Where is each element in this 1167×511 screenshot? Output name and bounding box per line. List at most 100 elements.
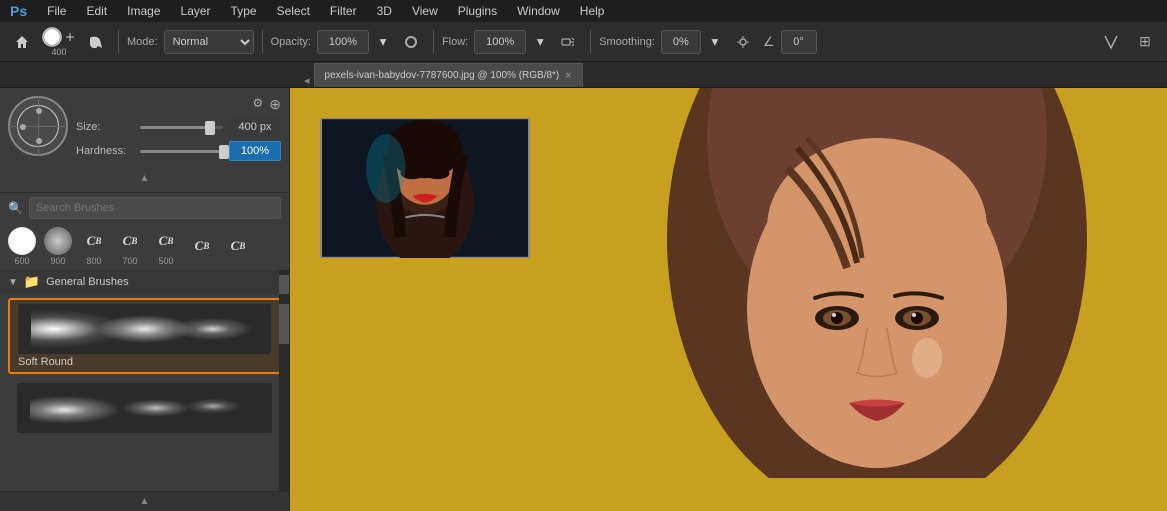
hardness-value[interactable]: 100%	[229, 141, 281, 161]
flow-arrow[interactable]: ▾	[532, 28, 548, 56]
tab-filename: pexels-ivan-babydov-7787600.jpg @ 100% (…	[325, 70, 560, 81]
menu-file[interactable]: File	[43, 2, 70, 20]
smoothing-label: Smoothing:	[599, 36, 655, 48]
brush-preview-2	[17, 383, 272, 433]
menu-help[interactable]: Help	[576, 2, 609, 20]
preset-cb-4[interactable]: CB	[188, 232, 216, 261]
menu-select[interactable]: Select	[273, 2, 314, 20]
preset-label-5: 500	[158, 256, 173, 266]
brush-dot-left	[20, 124, 26, 130]
image-thumbnail	[320, 118, 530, 258]
list-scrollbar-thumb[interactable]	[279, 304, 289, 344]
crosshair-v	[38, 96, 39, 156]
preset-label-1: 600	[14, 256, 29, 266]
app-logo: Ps	[6, 1, 31, 21]
home-button[interactable]	[8, 28, 36, 56]
brush-name-soft-round: Soft Round	[18, 356, 271, 368]
scroll-up-arrow[interactable]: ▲	[140, 496, 150, 507]
brush-item-2[interactable]	[8, 378, 281, 438]
toolbar: 400 Mode: Normal Opacity: ▾ Flow: ▾ Smoo…	[0, 22, 1167, 62]
menu-plugins[interactable]: Plugins	[454, 2, 501, 20]
preset-cb-1[interactable]: CB 800	[80, 227, 108, 266]
brush-size-display: 400	[51, 47, 66, 57]
angle-icon: ∠	[763, 34, 775, 50]
brush-sliders: ⚙ ⊕ Size: 400 px Hardnes	[76, 96, 281, 165]
size-slider-fill	[140, 126, 206, 129]
preset-cb-5[interactable]: CB	[224, 232, 252, 261]
section-collapse-arrow: ▼	[8, 277, 18, 288]
menu-bar: Ps File Edit Image Layer Type Select Fil…	[0, 0, 1167, 22]
folder-icon: 📁	[24, 274, 40, 290]
main-layout: ⚙ ⊕ Size: 400 px Hardnes	[0, 88, 1167, 511]
smoothing-arrow[interactable]: ▾	[707, 28, 723, 56]
size-value[interactable]: 400 px	[229, 117, 281, 137]
size-slider-track[interactable]	[140, 126, 223, 129]
thumbnail-content	[322, 120, 528, 256]
brush-add-button[interactable]: ⊕	[269, 96, 281, 113]
opacity-arrow[interactable]: ▾	[375, 28, 391, 56]
size-slider-thumb[interactable]	[205, 121, 215, 135]
extra-options[interactable]: ⊞	[1131, 28, 1159, 56]
menu-image[interactable]: Image	[123, 2, 164, 20]
brush-presets-row: 600 900 CB 800 CB 700 CB 500 CB	[0, 223, 289, 270]
collapse-arrow[interactable]: ▲	[140, 173, 150, 184]
preset-cb-icon-3: CB	[152, 227, 180, 255]
mode-label: Mode:	[127, 36, 158, 48]
brush-stroke-2	[30, 390, 260, 426]
menu-type[interactable]: Type	[227, 2, 261, 20]
hardness-slider-thumb[interactable]	[219, 145, 229, 159]
panel-bottom: ▲	[0, 491, 289, 511]
brush-preview-soft-round	[18, 304, 271, 354]
menu-window[interactable]: Window	[513, 2, 564, 20]
preset-cb-3[interactable]: CB 500	[152, 227, 180, 266]
general-brushes-header[interactable]: ▼ 📁 General Brushes	[0, 270, 289, 294]
opacity-label: Opacity:	[271, 36, 311, 48]
canvas-area[interactable]	[290, 88, 1167, 511]
smoothing-input[interactable]	[661, 30, 701, 54]
separator-4	[590, 30, 591, 54]
preset-label-2: 900	[50, 256, 65, 266]
symmetry-paint[interactable]	[1097, 28, 1125, 56]
woman-face-large	[509, 88, 1167, 511]
active-tab[interactable]: pexels-ivan-babydov-7787600.jpg @ 100% (…	[314, 63, 583, 87]
flow-input[interactable]	[474, 30, 526, 54]
brush-tool-indicator: 400	[42, 27, 76, 57]
preset-cb-icon-1: CB	[80, 227, 108, 255]
brush-item-soft-round[interactable]: Soft Round	[8, 298, 281, 374]
separator-3	[433, 30, 434, 54]
preset-circle-1[interactable]: 600	[8, 227, 36, 266]
mode-select[interactable]: Normal	[164, 30, 254, 54]
menu-view[interactable]: View	[408, 2, 442, 20]
airbrush-toggle[interactable]	[554, 28, 582, 56]
search-icon: 🔍	[8, 201, 23, 215]
brush-settings-panel: ⚙ ⊕ Size: 400 px Hardnes	[0, 88, 289, 193]
preset-circle-soft	[44, 227, 72, 255]
size-label: Size:	[76, 121, 134, 133]
smoothing-settings[interactable]	[729, 28, 757, 56]
tab-left-scroll[interactable]: ◂	[300, 74, 314, 87]
preset-circle-2[interactable]: 900	[44, 227, 72, 266]
scrollbar-track	[279, 270, 289, 294]
section-title: General Brushes	[46, 276, 129, 288]
hardness-slider-track[interactable]	[140, 150, 223, 153]
preset-label-4: 700	[122, 256, 137, 266]
opacity-input[interactable]	[317, 30, 369, 54]
mode-dropdown-container[interactable]: Normal	[164, 30, 254, 54]
scene-background	[290, 88, 1167, 511]
preset-cb-icon-4: CB	[188, 232, 216, 260]
hardness-row: Hardness: 100%	[76, 141, 281, 161]
tabs-bar: ◂ pexels-ivan-babydov-7787600.jpg @ 100%…	[0, 62, 1167, 88]
menu-3d[interactable]: 3D	[373, 2, 396, 20]
search-input[interactable]	[29, 197, 281, 219]
tab-close-button[interactable]: ×	[565, 70, 571, 82]
brush-dot-bottom	[36, 138, 42, 144]
angle-input[interactable]	[781, 30, 817, 54]
menu-layer[interactable]: Layer	[177, 2, 215, 20]
preset-cb-2[interactable]: CB 700	[116, 227, 144, 266]
menu-edit[interactable]: Edit	[82, 2, 111, 20]
brush-settings-toggle[interactable]	[82, 28, 110, 56]
menu-filter[interactable]: Filter	[326, 2, 361, 20]
brush-dot-top	[36, 108, 42, 114]
brush-settings-gear[interactable]: ⚙	[253, 96, 264, 113]
always-use-pressure[interactable]	[397, 28, 425, 56]
